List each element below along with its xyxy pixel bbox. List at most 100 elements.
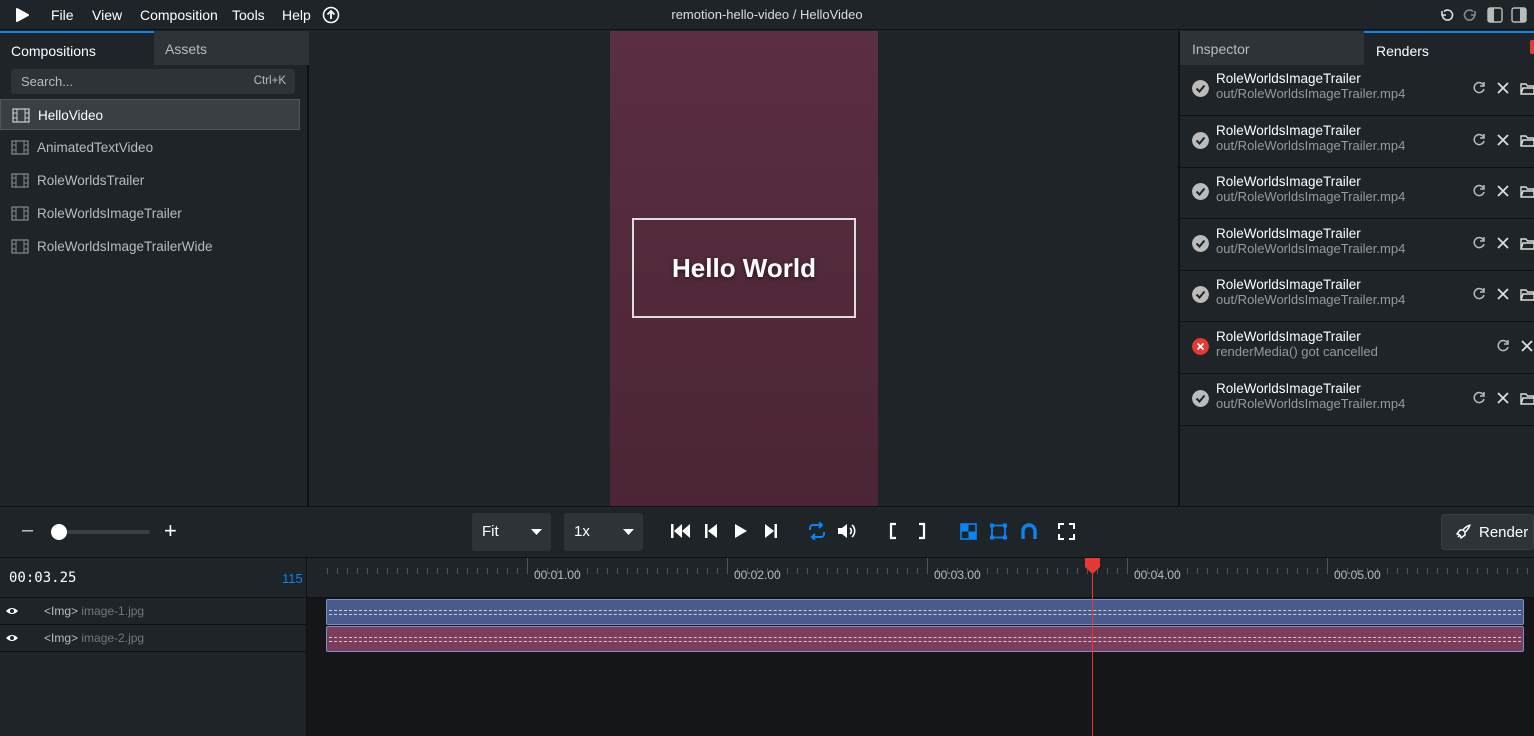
zoom-in-button[interactable]: + [164, 518, 177, 544]
timeline-ruler[interactable]: 00:01.00 00:02.00 00:03.00 00:04.00 00:05.00 [307, 558, 1534, 598]
tab-inspector[interactable]: Inspector [1180, 31, 1364, 65]
tab-compositions[interactable]: Compositions [0, 31, 154, 65]
checkerboard-icon[interactable] [960, 523, 977, 540]
rerender-icon[interactable] [1496, 339, 1510, 353]
ruler-tick [857, 568, 858, 574]
in-point-icon[interactable] [888, 522, 898, 540]
composition-label: RoleWorldsTrailer [37, 173, 145, 188]
speed-select[interactable]: 1x [564, 513, 643, 551]
ruler-tick [607, 568, 608, 574]
tab-assets[interactable]: Assets [154, 31, 309, 65]
ruler-major-tick [727, 558, 728, 574]
ruler-tick [1207, 568, 1208, 574]
toggle-right-panel-icon[interactable] [1511, 7, 1527, 23]
film-icon [11, 173, 29, 188]
folder-icon[interactable] [1520, 287, 1534, 302]
close-icon[interactable] [1496, 81, 1510, 95]
ruler-tick [1257, 568, 1258, 574]
ruler-tick [1487, 568, 1488, 574]
ruler-tick [1317, 568, 1318, 574]
fullscreen-icon[interactable] [1058, 523, 1075, 540]
folder-icon[interactable] [1520, 391, 1534, 405]
play-icon[interactable] [734, 523, 748, 539]
tab-renders[interactable]: Renders [1364, 31, 1534, 65]
eye-icon[interactable] [5, 606, 19, 616]
render-button-label: Render [1479, 524, 1529, 541]
menubar: File View Composition Tools Help remotio… [0, 0, 1534, 30]
zoom-out-button[interactable]: – [22, 519, 33, 542]
ruler-tick [447, 568, 448, 574]
composition-item-hellovideo[interactable]: HelloVideo [0, 99, 300, 130]
composition-item-roleworldsimagetrailerwide[interactable]: RoleWorldsImageTrailerWide [0, 231, 300, 262]
ruler-tick [387, 568, 388, 574]
track-clip-image-2[interactable] [326, 626, 1524, 652]
render-button[interactable]: Render [1441, 514, 1534, 550]
close-icon[interactable] [1496, 287, 1510, 301]
rerender-icon[interactable] [1472, 81, 1486, 95]
ruler-tick [1447, 568, 1448, 574]
right-panel: Inspector Renders RoleWorldsImageTrailer… [1178, 31, 1534, 506]
folder-icon[interactable] [1520, 81, 1534, 95]
out-point-icon[interactable] [917, 522, 927, 540]
redo-icon[interactable] [1463, 7, 1479, 23]
close-icon[interactable] [1496, 184, 1510, 198]
ruler-tick [487, 568, 488, 574]
ruler-label: 00:01.00 [534, 568, 581, 582]
close-icon[interactable] [1496, 236, 1510, 250]
volume-icon[interactable] [837, 522, 857, 540]
folder-icon[interactable] [1520, 236, 1534, 250]
close-icon[interactable] [1496, 391, 1510, 405]
ruler-tick [1117, 568, 1118, 574]
render-item: RoleWorldsImageTrailer out/RoleWorldsIma… [1180, 220, 1534, 271]
track-clip-image-1[interactable] [326, 599, 1524, 625]
ruler-tick [1287, 568, 1288, 574]
size-select[interactable]: Fit [472, 513, 551, 551]
ruler-tick [1077, 568, 1078, 574]
ruler-tick [987, 568, 988, 574]
rerender-icon[interactable] [1472, 287, 1486, 301]
ruler-tick [457, 568, 458, 574]
chevron-down-icon [531, 529, 542, 535]
magnet-snap-icon[interactable] [1020, 522, 1038, 540]
toggle-left-panel-icon[interactable] [1487, 7, 1503, 23]
undo-icon[interactable] [1438, 7, 1454, 23]
safe-area-icon[interactable] [989, 523, 1008, 540]
track-row[interactable]: <Img> image-2.jpg [0, 625, 307, 652]
ruler-tick [697, 568, 698, 574]
zoom-slider-handle[interactable] [51, 524, 67, 540]
rerender-icon[interactable] [1472, 236, 1486, 250]
composition-label: HelloVideo [38, 108, 104, 123]
next-frame-icon[interactable] [765, 523, 777, 539]
loop-icon[interactable] [807, 522, 827, 540]
rerender-icon[interactable] [1472, 133, 1486, 147]
ruler-tick [1247, 568, 1248, 574]
render-detail: out/RoleWorldsImageTrailer.mp4 [1216, 86, 1406, 101]
rerender-icon[interactable] [1472, 391, 1486, 405]
rerender-icon[interactable] [1472, 184, 1486, 198]
composition-item-roleworldstrailer[interactable]: RoleWorldsTrailer [0, 165, 300, 196]
ruler-tick [337, 568, 338, 574]
window-title: remotion-hello-video / HelloVideo [671, 7, 863, 22]
search-input[interactable]: Search... Ctrl+K [11, 69, 295, 94]
render-item: RoleWorldsImageTrailer out/RoleWorldsIma… [1180, 168, 1534, 220]
playhead-handle[interactable] [1084, 558, 1101, 575]
ruler-tick [827, 568, 828, 574]
composition-item-roleworldsimagetrailer[interactable]: RoleWorldsImageTrailer [0, 198, 300, 229]
composition-label: RoleWorldsImageTrailer [37, 206, 182, 221]
ruler-tick [1467, 568, 1468, 574]
folder-icon[interactable] [1520, 133, 1534, 147]
eye-icon[interactable] [5, 633, 19, 643]
track-row[interactable]: <Img> image-1.jpg [0, 598, 307, 625]
ruler-tick [817, 568, 818, 574]
render-item: RoleWorldsImageTrailer out/RoleWorldsIma… [1180, 271, 1534, 323]
ruler-tick [1057, 568, 1058, 574]
close-icon[interactable] [1520, 339, 1534, 353]
folder-icon[interactable] [1520, 184, 1534, 198]
composition-item-animatedtextvideo[interactable]: AnimatedTextVideo [0, 132, 300, 163]
ruler-tick [897, 568, 898, 574]
close-icon[interactable] [1496, 133, 1510, 147]
ruler-tick [497, 568, 498, 574]
ruler-tick [397, 568, 398, 574]
jump-to-start-icon[interactable] [671, 523, 691, 539]
previous-frame-icon[interactable] [705, 523, 717, 539]
